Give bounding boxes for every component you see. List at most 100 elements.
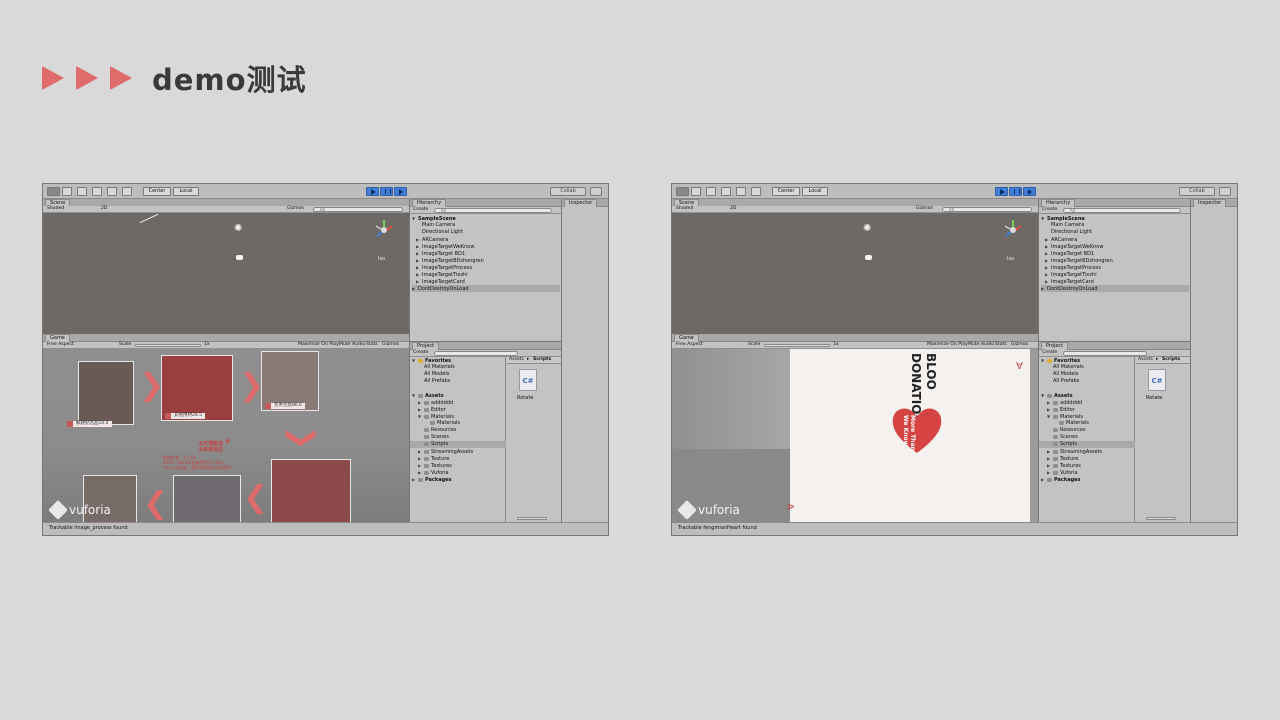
pivot-center-button[interactable]: Center — [772, 187, 800, 196]
maximize-on-play-toggle[interactable]: Maximize On Play — [298, 342, 339, 348]
tree-item-assets[interactable]: ▼ Assets — [412, 392, 444, 399]
aspect-dropdown[interactable]: Free Aspect — [47, 342, 74, 348]
pivot-center-button[interactable]: Center — [143, 187, 171, 196]
mode-2d-toggle[interactable]: 2D — [101, 206, 107, 212]
step-button[interactable] — [1023, 187, 1036, 196]
tree-item[interactable]: Main Camera — [1051, 222, 1084, 229]
light-icon[interactable]: ✺ — [234, 224, 242, 234]
scale-slider[interactable] — [764, 344, 830, 347]
tree-item[interactable]: ▶ Vuforia — [1047, 469, 1078, 476]
light-icon[interactable]: ✺ — [863, 224, 871, 234]
tree-item[interactable]: ▶ Texture — [1047, 455, 1078, 462]
hierarchy-create-button[interactable]: Create — [1042, 207, 1057, 213]
tab-inspector[interactable]: Inspector — [564, 199, 598, 207]
asset-name[interactable]: Rotate — [1146, 395, 1162, 401]
tree-item-scripts-selected[interactable]: Scripts — [1039, 441, 1135, 448]
tree-item[interactable]: ▶ Textures — [418, 462, 452, 469]
pause-button[interactable] — [1009, 187, 1022, 196]
tree-item[interactable]: ▶ Editor — [418, 406, 446, 413]
project-create-button[interactable]: Create — [413, 350, 428, 356]
scene-search-input[interactable]: All — [313, 207, 403, 212]
tree-item[interactable]: All Materials — [1053, 364, 1084, 371]
tab-project[interactable]: Project — [1041, 342, 1069, 350]
tree-item[interactable]: ▶ ARCamera — [1045, 236, 1077, 243]
tree-item[interactable]: Scenes — [1053, 434, 1078, 441]
tab-project[interactable]: Project — [412, 342, 440, 350]
tree-item[interactable]: ▶ ImageTargetTiezhi — [416, 271, 468, 278]
camera-icon[interactable] — [865, 255, 872, 260]
hand-tool-icon[interactable] — [676, 187, 689, 196]
tree-item[interactable]: ▶ adddddd — [418, 399, 453, 406]
breadcrumb-root[interactable]: Assets — [509, 357, 524, 363]
tab-hierarchy[interactable]: Hierarchy — [412, 199, 447, 207]
hand-tool-icon[interactable] — [47, 187, 60, 196]
hierarchy-search-input[interactable]: All — [434, 208, 552, 213]
breadcrumb-root[interactable]: Assets — [1138, 357, 1153, 363]
cloud-icon[interactable] — [590, 187, 602, 196]
tree-item[interactable]: ▶ ImageTargetBDzhongren — [416, 257, 484, 264]
tree-item-samplescene[interactable]: ▼ SampleScene — [412, 215, 456, 222]
scene-search-input[interactable]: All — [942, 207, 1032, 212]
tree-item[interactable]: ▼ Materials — [1047, 413, 1083, 420]
stats-toggle[interactable]: Stats — [366, 342, 378, 348]
scale-tool-icon[interactable] — [92, 187, 102, 196]
tree-item[interactable]: Main Camera — [422, 222, 455, 229]
orientation-gizmo-icon[interactable] — [1004, 219, 1022, 241]
breadcrumb-leaf[interactable]: Scripts — [533, 357, 551, 363]
pause-button[interactable] — [380, 187, 393, 196]
tree-item[interactable]: ▶ StreamingAssets — [418, 448, 473, 455]
mute-audio-toggle[interactable]: Mute Audio — [968, 342, 994, 348]
tree-item[interactable]: ▼ Materials — [418, 413, 454, 420]
tree-item[interactable]: All Materials — [424, 364, 455, 371]
tree-item[interactable]: ▶ Texture — [418, 455, 449, 462]
transform-tool-icon[interactable] — [751, 187, 761, 196]
tree-item[interactable]: ▶ Textures — [1047, 462, 1081, 469]
tree-item[interactable]: All Prefabs — [424, 378, 450, 385]
tree-item[interactable]: ▶ ImageTargetCard — [1045, 278, 1094, 285]
play-button[interactable] — [995, 187, 1008, 196]
pivot-local-button[interactable]: Local — [173, 187, 199, 196]
pivot-local-button[interactable]: Local — [802, 187, 828, 196]
scene-gizmos-dropdown[interactable]: Gizmos — [287, 206, 304, 212]
scale-tool-icon[interactable] — [721, 187, 731, 196]
tree-item[interactable]: ▶ ImageTarget BD1 — [416, 250, 465, 257]
tree-item[interactable]: ▶ Vuforia — [418, 469, 449, 476]
tree-item[interactable]: ▶ ImageTargetTiezhi — [1045, 271, 1097, 278]
project-search-input[interactable] — [434, 351, 518, 356]
csharp-script-icon[interactable]: C# — [519, 369, 537, 391]
game-gizmos-dropdown[interactable]: Gizmos — [1011, 342, 1028, 348]
tab-hierarchy[interactable]: Hierarchy — [1041, 199, 1076, 207]
tree-item[interactable]: ▶ ImageTargetWeKnow — [416, 243, 474, 250]
camera-icon[interactable] — [236, 255, 243, 260]
transform-tool-icon[interactable] — [122, 187, 132, 196]
tree-item[interactable]: ▶ ImageTargetProcess — [1045, 264, 1101, 271]
tree-item-favorites[interactable]: ▼ Favorites — [1041, 357, 1080, 364]
tree-item[interactable]: Scenes — [424, 434, 449, 441]
shading-mode-dropdown[interactable]: Shaded — [47, 206, 64, 212]
move-tool-icon[interactable] — [62, 187, 72, 196]
aspect-dropdown[interactable]: Free Aspect — [676, 342, 703, 348]
play-button[interactable] — [366, 187, 379, 196]
collab-button[interactable]: Collab — [550, 187, 586, 196]
shading-mode-dropdown[interactable]: Shaded — [676, 206, 693, 212]
tree-item-assets[interactable]: ▼ Assets — [1041, 392, 1073, 399]
maximize-on-play-toggle[interactable]: Maximize On Play — [927, 342, 968, 348]
iso-label[interactable]: Iso — [378, 256, 385, 262]
tree-item[interactable]: All Models — [424, 371, 449, 378]
cloud-icon[interactable] — [1219, 187, 1231, 196]
tab-inspector[interactable]: Inspector — [1193, 199, 1227, 207]
collab-button[interactable]: Collab — [1179, 187, 1215, 196]
rotate-tool-icon[interactable] — [706, 187, 716, 196]
tree-item[interactable]: ▶ ImageTargetBDzhongren — [1045, 257, 1113, 264]
tree-item[interactable]: Directional Light — [422, 229, 463, 236]
tab-game[interactable]: Game — [674, 334, 699, 342]
tree-item-packages[interactable]: ▶ Packages — [412, 476, 452, 483]
project-search-input[interactable] — [1063, 351, 1147, 356]
tree-item[interactable]: ▶ ImageTargetCard — [416, 278, 465, 285]
scene-gizmos-dropdown[interactable]: Gizmos — [916, 206, 933, 212]
tree-item[interactable]: All Prefabs — [1053, 378, 1079, 385]
tree-item[interactable]: All Models — [1053, 371, 1078, 378]
tree-item[interactable]: Materials — [430, 420, 460, 427]
csharp-script-icon[interactable]: C# — [1148, 369, 1166, 391]
tab-game[interactable]: Game — [45, 334, 70, 342]
